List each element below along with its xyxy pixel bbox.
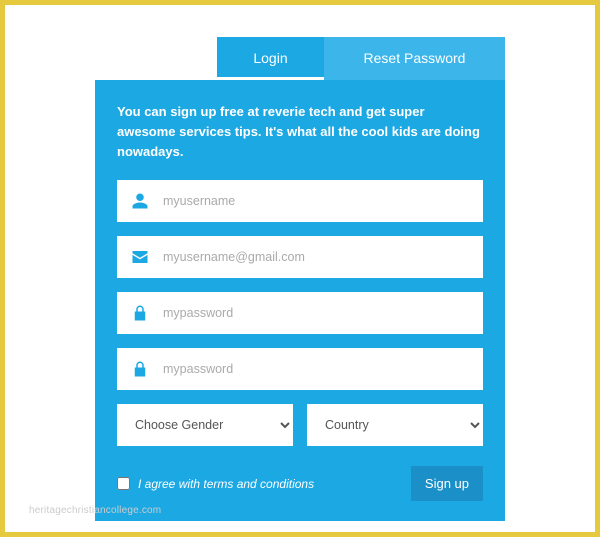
footer-row: I agree with terms and conditions Sign u…: [117, 466, 483, 501]
watermark-text: heritagechristiancollege.com: [29, 505, 161, 516]
user-icon: [117, 192, 163, 210]
agree-checkbox[interactable]: [117, 477, 130, 490]
confirm-password-input[interactable]: [163, 348, 483, 390]
username-field: [117, 180, 483, 222]
username-input[interactable]: [163, 180, 483, 222]
lock-icon: [117, 304, 163, 322]
tab-login[interactable]: Login: [217, 37, 324, 80]
confirm-password-field: [117, 348, 483, 390]
auth-tabs: Login Reset Password: [217, 37, 505, 80]
gender-select[interactable]: Choose Gender: [117, 404, 293, 446]
select-row: Choose Gender Country: [117, 404, 483, 446]
tab-reset-password[interactable]: Reset Password: [324, 37, 505, 80]
envelope-icon: [117, 248, 163, 266]
signup-card: You can sign up free at reverie tech and…: [95, 80, 505, 521]
country-select[interactable]: Country: [307, 404, 483, 446]
agree-label[interactable]: I agree with terms and conditions: [117, 477, 314, 491]
email-input[interactable]: [163, 236, 483, 278]
password-input[interactable]: [163, 292, 483, 334]
signup-button[interactable]: Sign up: [411, 466, 483, 501]
lock-icon: [117, 360, 163, 378]
password-field: [117, 292, 483, 334]
intro-text: You can sign up free at reverie tech and…: [117, 102, 483, 162]
email-field: [117, 236, 483, 278]
agree-text: I agree with terms and conditions: [138, 477, 314, 491]
